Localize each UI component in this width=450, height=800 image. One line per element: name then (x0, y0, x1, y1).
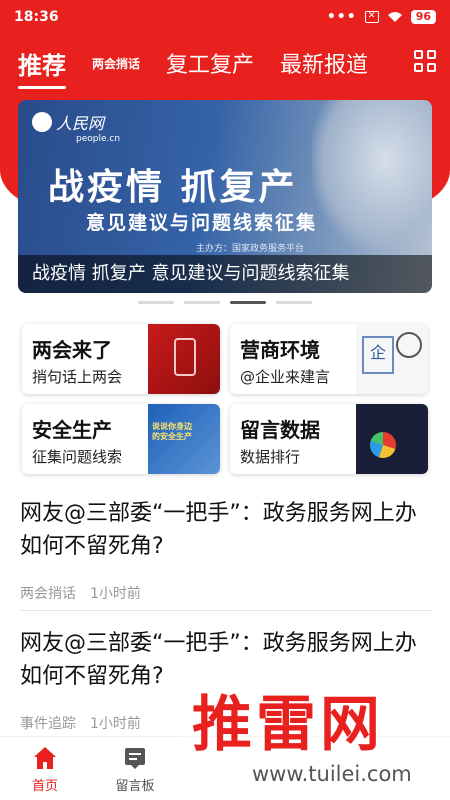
wifi-icon (387, 12, 402, 22)
enterprise-sketch-icon (356, 324, 428, 394)
tab-two-sessions[interactable]: 两会捎话 (92, 55, 140, 72)
carousel-dot-active[interactable] (230, 301, 266, 304)
banner-subline: 意见建议与问题线索征集 (86, 212, 318, 234)
news-divider (20, 610, 432, 611)
card-safety-production[interactable]: 安全生产 征集问题线索 (22, 404, 220, 474)
news-title[interactable]: 网友@三部委“一把手”：政务服务网上办如何不留死角? (20, 497, 432, 563)
card-two-sessions[interactable]: 两会来了 捎句话上两会 (22, 324, 220, 394)
banner-logo: 人民网 people.cn (56, 110, 120, 144)
banner-worker-image (312, 100, 432, 250)
banner-headline: 战疫情 抓复产 (48, 167, 298, 208)
card-subtitle: 数据排行 (240, 448, 301, 466)
card-title: 安全生产 (32, 418, 112, 442)
carousel-dot[interactable] (184, 301, 220, 304)
card-title: 两会来了 (32, 338, 112, 362)
news-item[interactable]: 网友@三部委“一把手”：政务服务网上办如何不留死角? 两会捎话 1小时前 (20, 497, 432, 603)
status-time: 18:36 (14, 9, 59, 25)
news-meta: 事件追踪 1小时前 (20, 713, 432, 733)
news-item[interactable]: 网友@三部委“一把手”：政务服务网上办如何不留死角? 事件追踪 1小时前 (20, 627, 432, 733)
people-logo-icon (32, 112, 52, 132)
banner-logo-text: 人民网 (56, 114, 105, 133)
card-title: 营商环境 (240, 338, 320, 362)
sim-icon: ✕ (364, 11, 379, 23)
nav-home[interactable]: 首页 (0, 737, 90, 800)
data-chart-icon (356, 404, 428, 474)
tab-latest-reports[interactable]: 最新报道 (280, 47, 368, 79)
channel-tabs: 推荐 两会捎话 复工复产 最新报道 (0, 40, 450, 89)
card-business-environment[interactable]: 营商环境 @企业来建言 (230, 324, 428, 394)
banner-logo-url: people.cn (76, 134, 121, 144)
bottom-navigation: 首页 留言板 (0, 736, 450, 800)
news-time: 1小时前 (90, 586, 141, 602)
card-title: 留言数据 (240, 418, 320, 442)
banner-organizer: 主办方：国家政务服务平台 (196, 244, 305, 254)
tab-recommend[interactable]: 推荐 (18, 46, 66, 89)
more-dots-icon: ••• (326, 9, 357, 25)
phone-illustration-icon (148, 324, 220, 394)
news-time: 1小时前 (90, 716, 141, 732)
status-bar: 18:36 ••• ✕ 96 (0, 0, 450, 34)
news-title[interactable]: 网友@三部委“一把手”：政务服务网上办如何不留死角? (20, 627, 432, 693)
carousel-dot[interactable] (276, 301, 312, 304)
channel-grid-icon[interactable] (414, 50, 436, 72)
card-subtitle: 征集问题线索 (32, 448, 123, 466)
news-tag: 事件追踪 (20, 716, 76, 732)
nav-message-board[interactable]: 留言板 (90, 737, 180, 800)
card-subtitle: @企业来建言 (240, 368, 331, 386)
nav-label: 首页 (31, 779, 58, 794)
banner-caption: 战疫情 抓复产 意见建议与问题线索征集 (18, 255, 432, 293)
nav-label: 留言板 (115, 779, 155, 794)
news-tag: 两会捎话 (20, 586, 76, 602)
carousel-indicators (138, 301, 312, 304)
message-board-icon (125, 748, 145, 769)
carousel-dot[interactable] (138, 301, 174, 304)
banner-carousel[interactable]: 人民网 people.cn 战疫情 抓复产 意见建议与问题线索征集 主办方：国家… (18, 100, 432, 293)
battery-level: 96 (410, 10, 436, 24)
card-message-data[interactable]: 留言数据 数据排行 (230, 404, 428, 474)
tab-resume-work[interactable]: 复工复产 (166, 47, 254, 79)
news-meta: 两会捎话 1小时前 (20, 583, 432, 603)
card-subtitle: 捎句话上两会 (32, 368, 123, 386)
safety-worker-icon (148, 404, 220, 474)
home-icon (34, 747, 56, 769)
